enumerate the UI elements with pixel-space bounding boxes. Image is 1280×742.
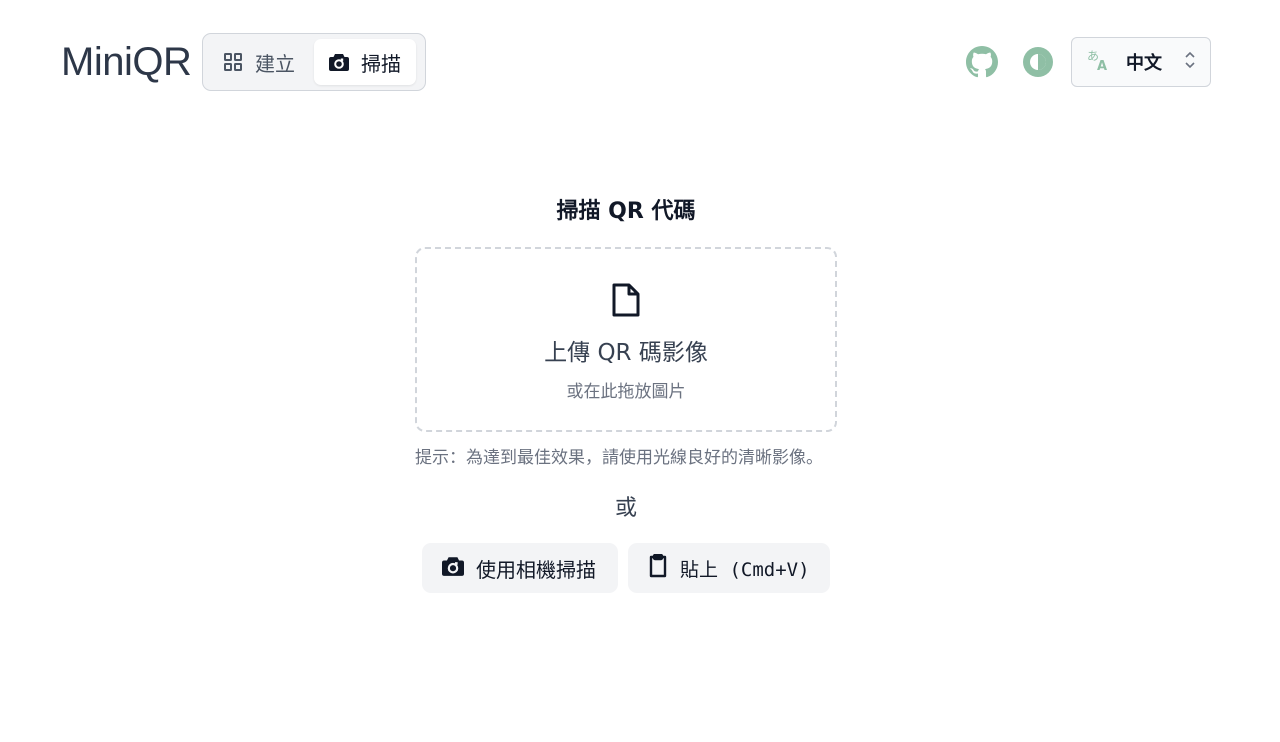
- header: MiniQR 建立 掃描 あ A 中文: [0, 0, 1280, 124]
- scan-with-camera-button[interactable]: 使用相機掃描: [422, 543, 618, 593]
- translate-icon: あ A: [1086, 47, 1112, 77]
- hint-text: 提示：為達到最佳效果，請使用光線良好的清晰影像。: [415, 448, 823, 468]
- upload-drop-zone[interactable]: 上傳 QR 碼影像 或在此拖放圖片: [415, 247, 837, 432]
- upload-title: 上傳 QR 碼影像: [544, 340, 708, 366]
- camera-icon: [329, 53, 349, 71]
- github-icon[interactable]: [966, 46, 998, 78]
- page-title: 掃描 QR 代碼: [556, 199, 696, 224]
- file-icon: [611, 282, 641, 322]
- clipboard-icon: [648, 553, 668, 583]
- grid-icon: [223, 52, 243, 72]
- theme-contrast-icon[interactable]: [1022, 46, 1054, 78]
- camera-button-label: 使用相機掃描: [476, 557, 596, 582]
- upload-subtitle: 或在此拖放圖片: [566, 382, 686, 402]
- mode-switch: 建立 掃描: [202, 33, 426, 91]
- or-divider: 或: [614, 496, 637, 521]
- camera-icon: [442, 556, 464, 581]
- paste-button[interactable]: 貼上 (Cmd+V): [628, 543, 830, 593]
- svg-text:A: A: [1097, 59, 1107, 73]
- app-logo[interactable]: MiniQR: [61, 38, 192, 86]
- tab-create[interactable]: 建立: [208, 39, 310, 85]
- tab-scan[interactable]: 掃描: [314, 39, 416, 85]
- chevron-updown-icon: [1184, 51, 1196, 73]
- language-select[interactable]: あ A 中文: [1071, 37, 1211, 87]
- language-value: 中文: [1126, 53, 1162, 74]
- tab-scan-label: 掃描: [361, 51, 401, 76]
- paste-button-label: 貼上 (Cmd+V): [680, 558, 810, 581]
- tab-create-label: 建立: [255, 51, 295, 76]
